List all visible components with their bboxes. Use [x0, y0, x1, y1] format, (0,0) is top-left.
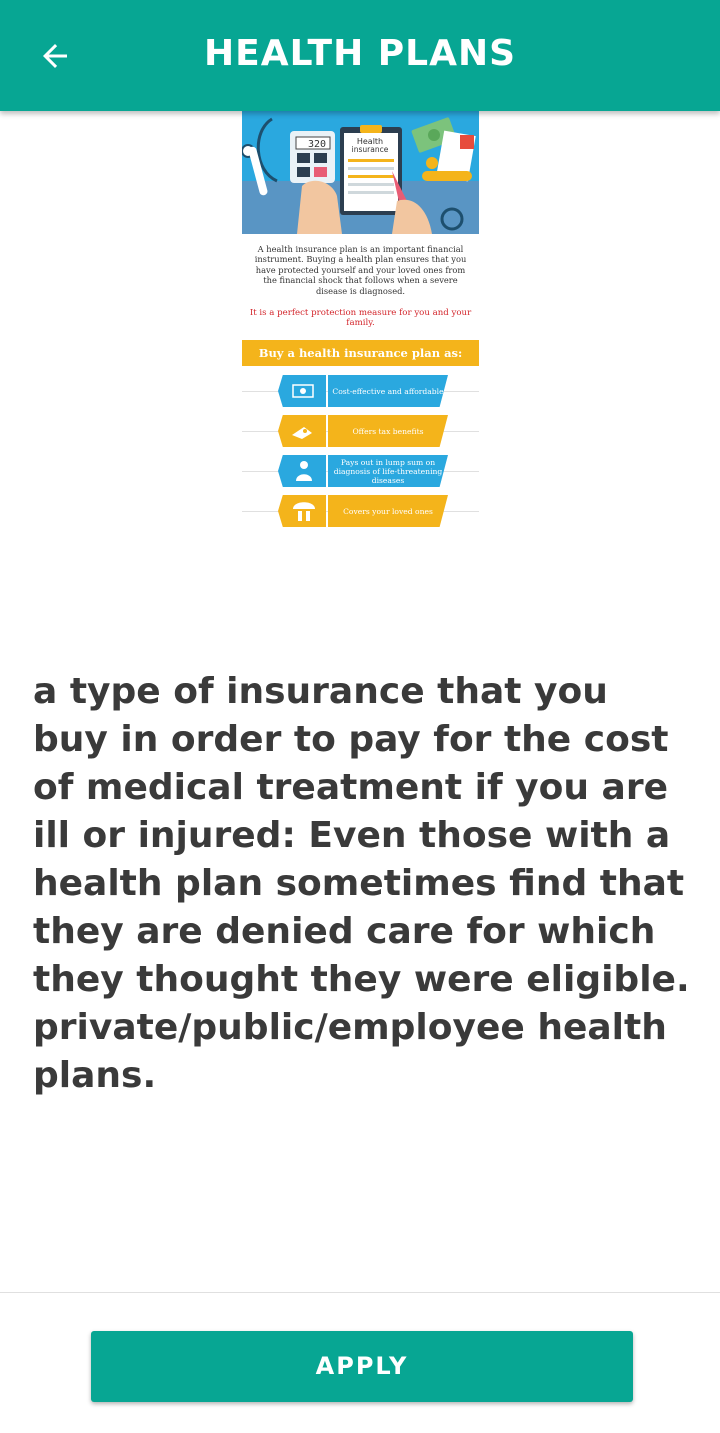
infographic-item-label: Cost-effective and affordable [328, 375, 448, 407]
infographic-intro-text: A health insurance plan is an important … [254, 244, 467, 296]
infographic-item-label: Covers your loved ones [328, 495, 448, 527]
family-umbrella-icon [278, 495, 326, 527]
money-icon [278, 375, 326, 407]
infographic-item-label: Pays out in lump sum on diagnosis of lif… [328, 455, 448, 487]
page-title: HEALTH PLANS [203, 33, 517, 74]
plan-description: a type of insurance that you buy in orde… [33, 671, 690, 1096]
health-insurance-infographic: 320 Health insurance A health insurance … [242, 111, 479, 528]
infographic-item: Pays out in lump sum on diagnosis of lif… [242, 454, 479, 488]
footer: APPLY [0, 1292, 720, 1433]
money-hand-icon [278, 415, 326, 447]
infographic-header-illustration: 320 Health insurance [242, 111, 479, 234]
infographic-item-label: Offers tax benefits [328, 415, 448, 447]
svg-text:320: 320 [308, 139, 326, 150]
infographic-item: Offers tax benefits [242, 414, 479, 448]
svg-text:insurance: insurance [352, 145, 389, 154]
infographic-item: Covers your loved ones [242, 494, 479, 528]
infographic-highlight-text: It is a perfect protection measure for y… [249, 308, 472, 329]
doctor-icon [278, 455, 326, 487]
app-bar: HEALTH PLANS [0, 0, 720, 111]
infographic-bar-title: Buy a health insurance plan as: [242, 340, 479, 366]
infographic-item: Cost-effective and affordable [242, 374, 479, 408]
apply-button[interactable]: APPLY [91, 1331, 633, 1402]
